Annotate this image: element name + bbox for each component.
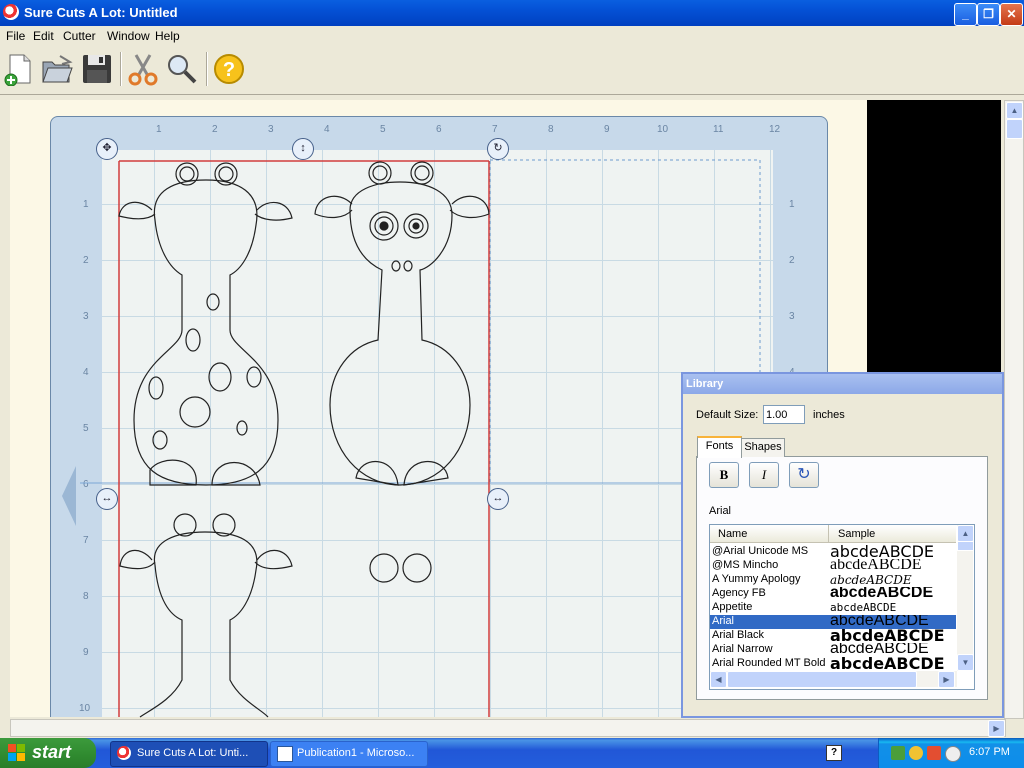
- scroll-thumb[interactable]: [727, 671, 917, 688]
- column-name[interactable]: Name: [718, 528, 747, 540]
- resize-horizontal-handle-left-icon[interactable]: ↔: [96, 488, 118, 510]
- font-sample: abcdeABCDE: [830, 629, 945, 643]
- font-name: Arial Narrow: [712, 643, 773, 655]
- resize-vertical-handle-icon[interactable]: ↕: [292, 138, 314, 160]
- list-item[interactable]: Appetite abcdeABCDE: [710, 601, 956, 615]
- help-icon[interactable]: ?: [826, 745, 842, 761]
- task-publication[interactable]: Publication1 - Microso...: [270, 741, 428, 767]
- selected-font-name: Arial: [709, 505, 732, 517]
- font-name: Appetite: [712, 601, 753, 613]
- resize-horizontal-handle-right-icon[interactable]: ↔: [487, 488, 509, 510]
- font-list-hscroll[interactable]: ◀ ▶: [710, 671, 957, 688]
- vertical-scrollbar[interactable]: ▲: [1004, 100, 1024, 719]
- column-divider: [828, 525, 829, 542]
- scroll-right-icon[interactable]: ▶: [938, 671, 955, 688]
- font-name: Arial Black: [712, 629, 764, 641]
- list-item[interactable]: A Yummy Apology abcdeABCDE: [710, 573, 956, 587]
- scroll-left-icon[interactable]: ◀: [710, 671, 727, 688]
- font-sample: abcdeABCDE: [830, 587, 934, 601]
- scroll-down-icon[interactable]: ▼: [957, 654, 974, 671]
- scroll-thumb[interactable]: [957, 541, 974, 551]
- task-label: Publication1 - Microso...: [297, 747, 415, 759]
- font-name: Agency FB: [712, 587, 766, 599]
- scroll-thumb[interactable]: [1006, 119, 1023, 139]
- giraffe-spotted-shape: [118, 162, 293, 486]
- task-label: Sure Cuts A Lot: Unti...: [137, 747, 249, 759]
- scroll-up-icon[interactable]: ▲: [1006, 102, 1023, 119]
- task-sure-cuts[interactable]: Sure Cuts A Lot: Unti...: [110, 741, 268, 767]
- scroll-right-icon[interactable]: ▶: [988, 720, 1005, 737]
- default-size-label: Default Size:: [696, 409, 759, 421]
- list-item[interactable]: Agency FB abcdeABCDE: [710, 587, 956, 601]
- font-sample: abcdeABCDE: [830, 615, 929, 629]
- font-list-header: Name Sample: [710, 525, 956, 543]
- start-button[interactable]: start: [0, 738, 96, 768]
- font-sample: abcdeABCDE: [830, 643, 929, 657]
- font-name: Arial Rounded MT Bold: [712, 657, 826, 669]
- horizontal-scrollbar[interactable]: ▶: [10, 719, 1006, 737]
- app-icon: [117, 746, 131, 760]
- taskbar: start Sure Cuts A Lot: Unti... Publicati…: [0, 738, 1024, 768]
- font-sample: abcdeABCDE: [830, 657, 945, 671]
- font-name: Arial: [712, 615, 735, 627]
- library-window: Library Default Size: inches Fonts Shape…: [681, 372, 1004, 718]
- font-list[interactable]: Name Sample @Arial Unicode MS abcdeABCDE…: [709, 524, 975, 690]
- list-item[interactable]: @Arial Unicode MS abcdeABCDE: [710, 545, 956, 559]
- tray-app-icon[interactable]: [891, 746, 905, 760]
- tab-fonts[interactable]: Fonts: [697, 436, 742, 458]
- bold-button[interactable]: B: [709, 462, 739, 488]
- font-sample: abcdeABCDE: [830, 601, 897, 614]
- list-item-selected[interactable]: Arial abcdeABCDE: [710, 615, 956, 629]
- font-sample: abcdeABCDE: [830, 573, 912, 587]
- list-item[interactable]: Arial Narrow abcdeABCDE: [710, 643, 956, 657]
- clock: 6:07 PM: [969, 746, 1010, 758]
- list-item[interactable]: Arial Rounded MT Bold abcdeABCDE: [710, 657, 956, 671]
- security-shield-icon[interactable]: [909, 746, 923, 760]
- rotate-handle-icon[interactable]: ↻: [487, 138, 509, 160]
- list-item[interactable]: Arial Black abcdeABCDE: [710, 629, 956, 643]
- start-label: start: [32, 742, 72, 762]
- circle-pair-shape: [369, 553, 432, 583]
- scroll-up-icon[interactable]: ▲: [957, 525, 974, 542]
- volume-icon[interactable]: [945, 746, 961, 762]
- refresh-icon[interactable]: ↻: [789, 462, 819, 488]
- list-item[interactable]: @MS Mincho abcdeABCDE: [710, 559, 956, 573]
- font-name: @Arial Unicode MS: [712, 545, 809, 557]
- column-sample[interactable]: Sample: [838, 528, 875, 540]
- default-size-input[interactable]: [763, 405, 805, 424]
- giraffe-silhouette-shape: [119, 513, 293, 718]
- library-title-bar[interactable]: Library: [683, 374, 1002, 394]
- default-size-unit: inches: [813, 409, 845, 421]
- publisher-icon: [277, 746, 293, 762]
- giraffe-face-shape: [314, 161, 490, 486]
- system-tray: 6:07 PM: [878, 738, 1024, 768]
- italic-button[interactable]: I: [749, 462, 779, 488]
- font-sample: abcdeABCDE: [830, 559, 922, 573]
- font-name: @MS Mincho: [712, 559, 779, 571]
- library-title: Library: [686, 378, 724, 390]
- tray-app-icon[interactable]: [927, 746, 941, 760]
- font-list-vscroll[interactable]: ▲ ▼: [957, 525, 974, 671]
- move-handle-icon[interactable]: ✥: [96, 138, 118, 160]
- font-name: A Yummy Apology: [712, 573, 801, 585]
- tab-shapes[interactable]: Shapes: [741, 438, 785, 457]
- windows-logo-icon: [8, 744, 25, 761]
- font-sample: abcdeABCDE: [830, 545, 934, 559]
